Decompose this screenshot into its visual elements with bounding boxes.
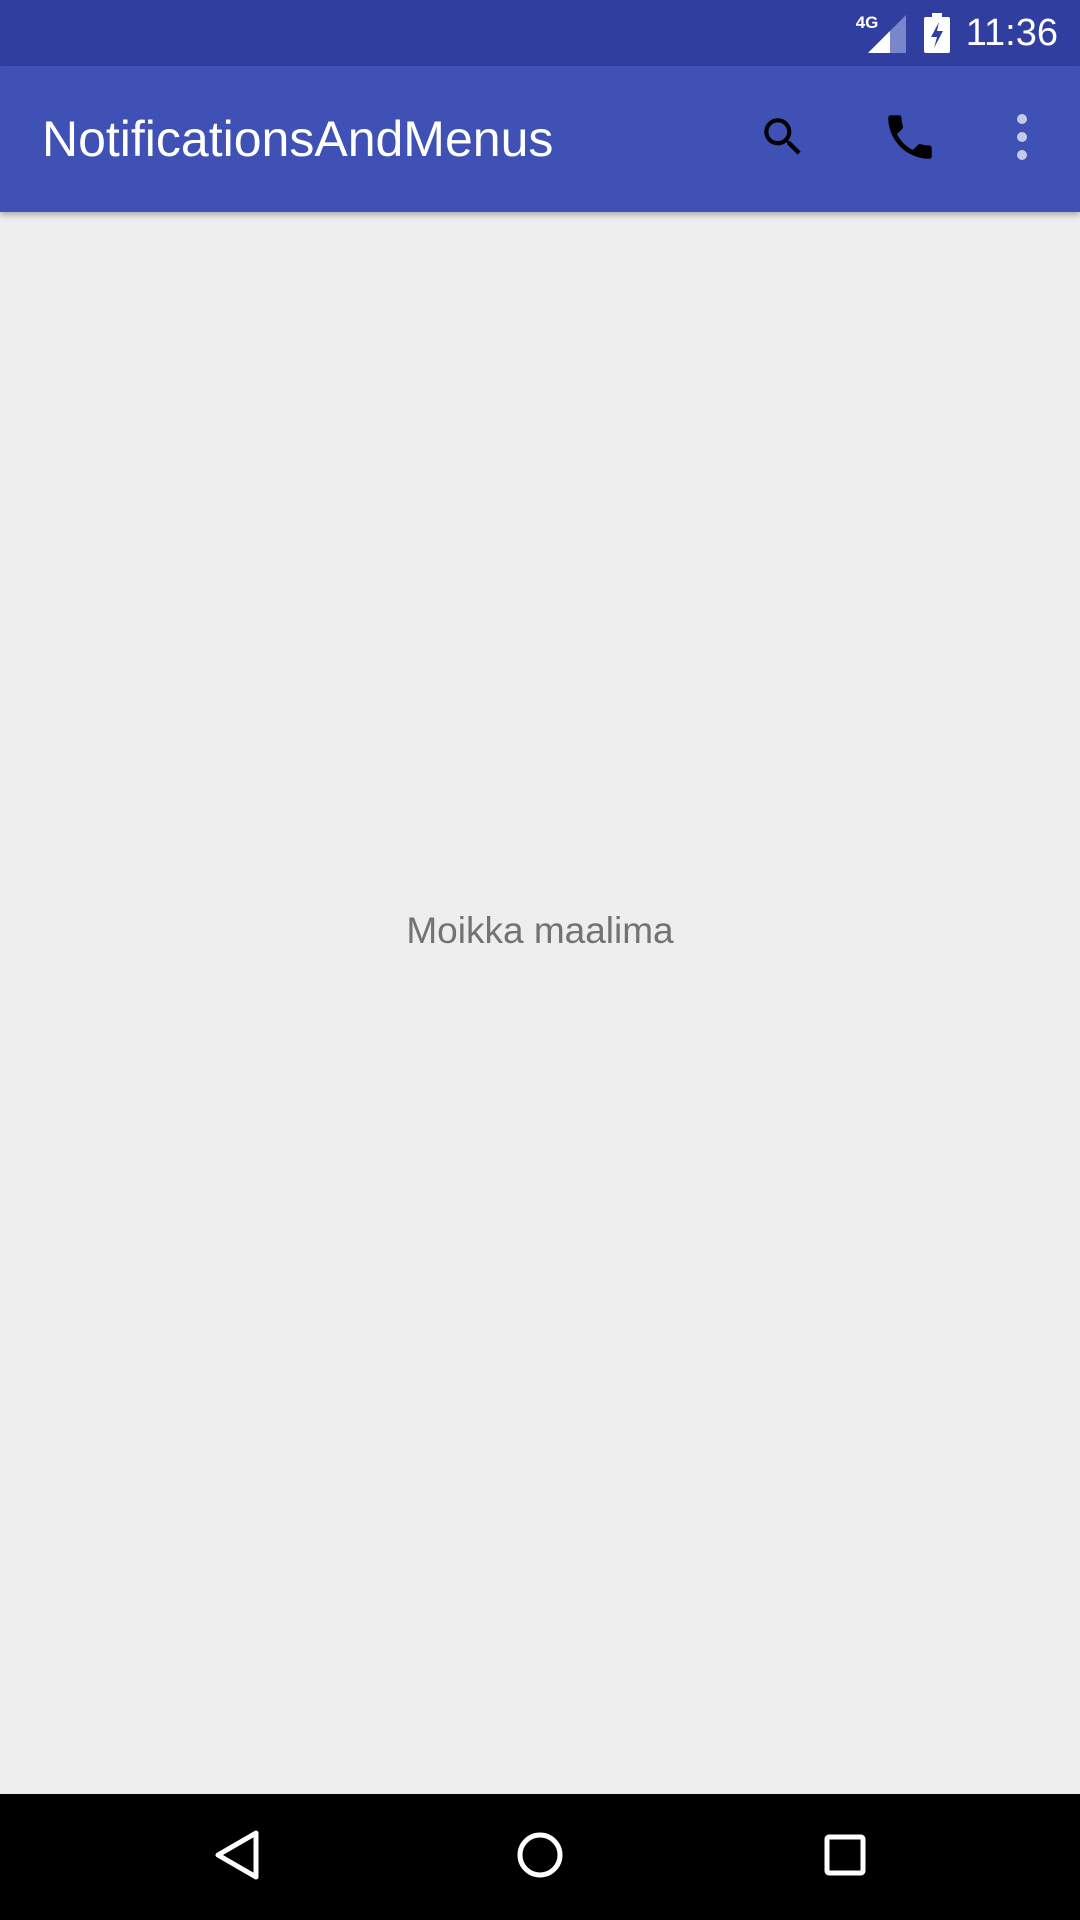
phone-icon [881,108,939,171]
navigation-bar [0,1794,1080,1920]
status-icons: 4G 11:36 [856,0,1080,66]
recents-button[interactable] [800,1812,890,1902]
back-button[interactable] [192,1812,282,1902]
screen: 4G 11:36 NotificationsAndMenus Moikka ma… [0,0,1080,1920]
main-content: Moikka maalima [0,212,1080,1794]
phone-button[interactable] [870,99,950,179]
status-bar: 4G 11:36 [0,0,1080,66]
recents-icon [820,1830,870,1885]
hello-text: Moikka maalima [406,910,674,951]
search-button[interactable] [743,99,823,179]
app-title: NotificationsAndMenus [42,111,554,167]
search-icon [758,112,808,167]
home-button[interactable] [495,1812,585,1902]
home-icon [513,1828,567,1887]
more-vert-icon [1012,113,1032,166]
battery-charging-icon [923,13,950,53]
network-indicator: 4G [856,13,906,53]
overflow-menu-button[interactable] [982,99,1062,179]
status-clock: 11:36 [965,11,1058,54]
app-bar: NotificationsAndMenus [0,66,1080,212]
back-icon [210,1828,264,1887]
